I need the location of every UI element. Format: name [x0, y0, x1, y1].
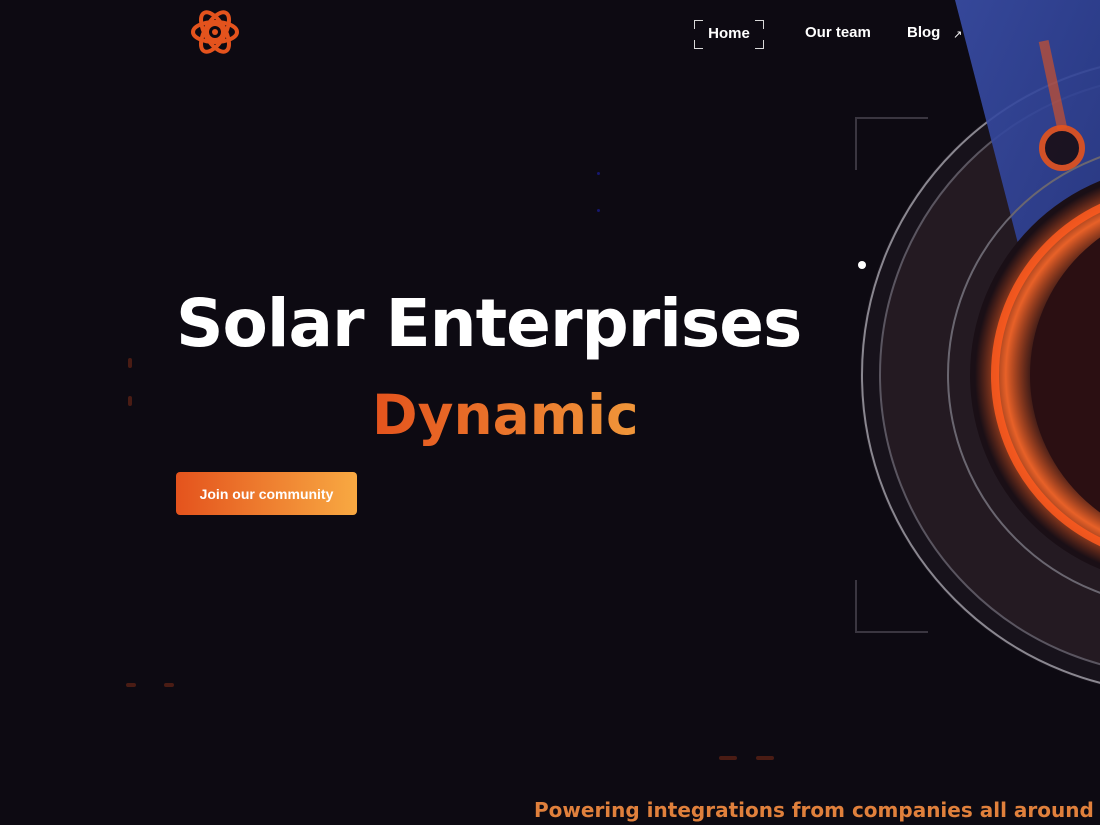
decor-dash — [756, 756, 774, 760]
join-community-button[interactable]: Join our community — [176, 472, 357, 515]
bracket-corner — [694, 20, 703, 29]
decor-dot — [597, 172, 600, 175]
nav-home-label: Home — [708, 25, 750, 42]
nav-home[interactable]: Home — [694, 20, 764, 49]
decor-dash — [128, 396, 132, 406]
bracket-corner — [755, 20, 764, 29]
decor-dot — [597, 209, 600, 212]
hero-subtitle: Dynamic — [372, 383, 639, 447]
bracket-corner — [755, 40, 764, 49]
decor-dash — [164, 683, 174, 687]
hero-title: Solar Enterprises — [176, 285, 802, 362]
bracket-corner — [694, 40, 703, 49]
decor-dash — [128, 358, 132, 368]
decor-dash — [126, 683, 136, 687]
hero-orbit-visual — [855, 0, 1100, 685]
decor-dash — [719, 756, 737, 760]
partners-marquee-text: Powering integrations from companies all… — [534, 798, 1100, 822]
